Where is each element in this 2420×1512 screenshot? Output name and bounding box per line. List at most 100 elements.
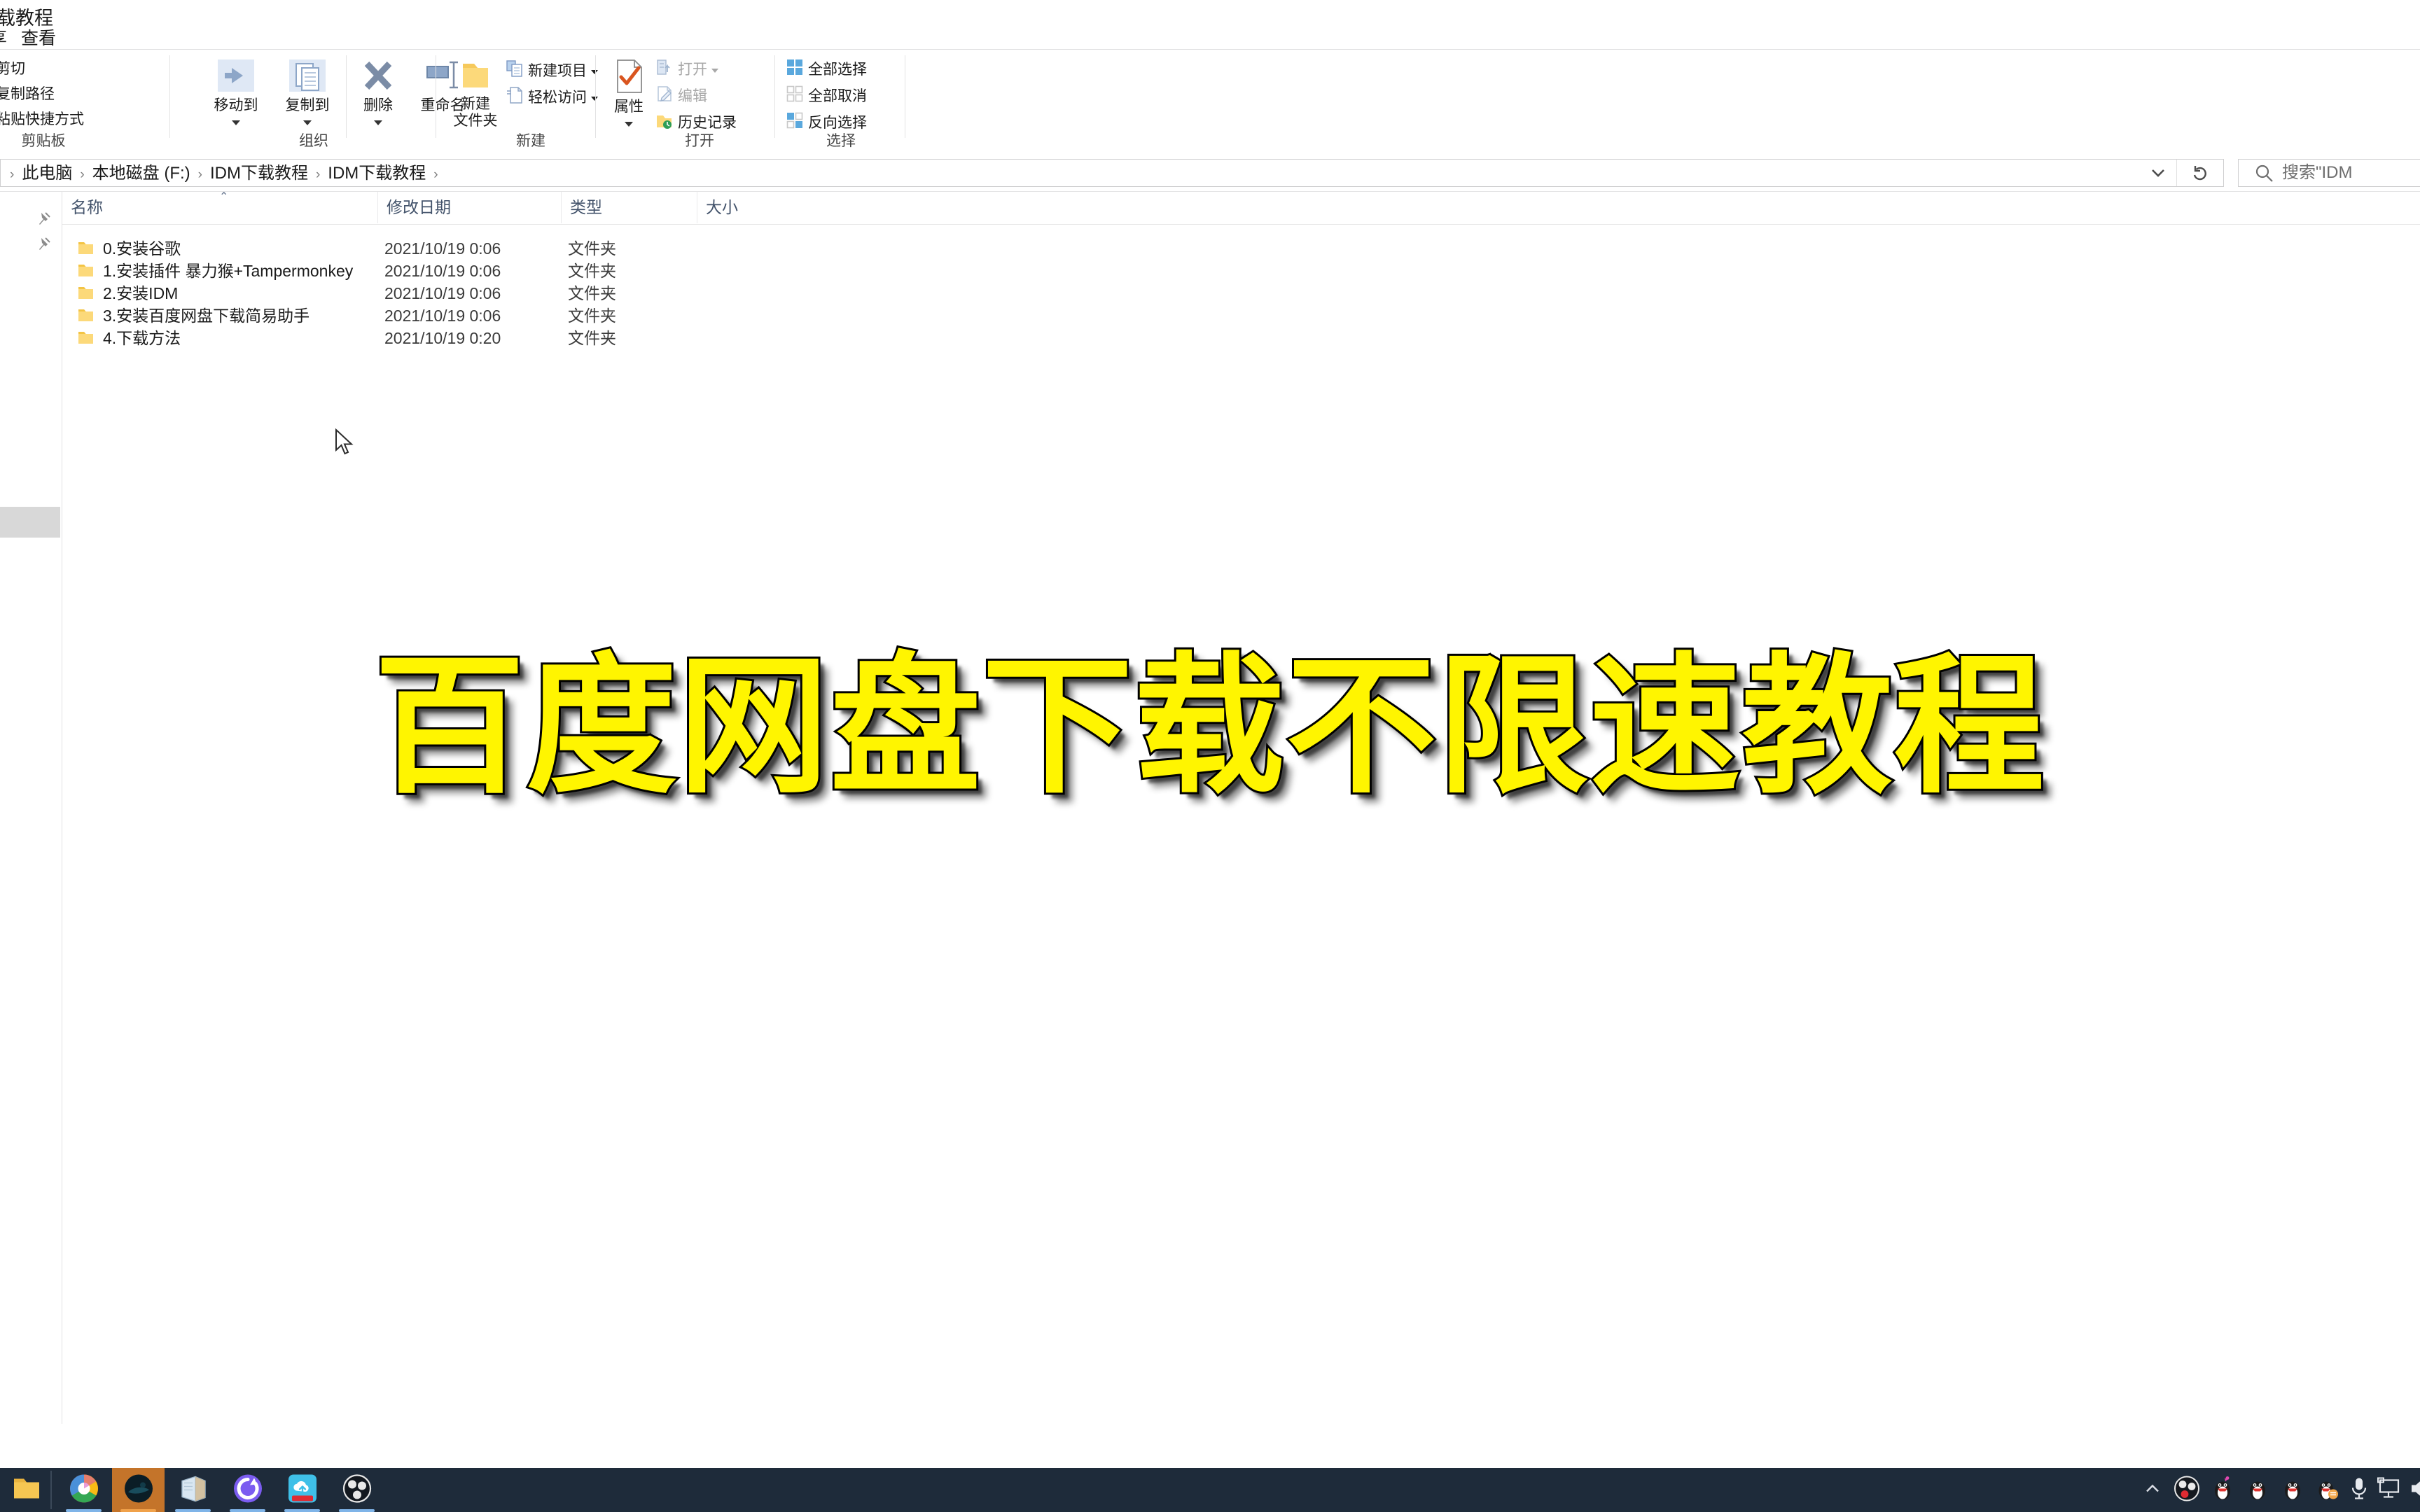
column-header-name-label: 名称 — [71, 198, 103, 216]
copy-to-caret[interactable] — [273, 113, 342, 130]
new-item-button[interactable]: 新建项目 — [506, 59, 598, 80]
baidu-netdisk-taskbar-item[interactable] — [276, 1468, 328, 1512]
taskbar-open-indicator — [120, 1509, 156, 1512]
copy-to-label: 复制到 — [285, 97, 330, 113]
folder-icon — [13, 1476, 41, 1504]
copy-path-button[interactable]: \\.. 复制路径 — [0, 83, 55, 104]
breadcrumb-separator[interactable]: › — [74, 167, 90, 182]
delete-caret[interactable] — [349, 113, 408, 130]
delete-label: 删除 — [363, 97, 393, 113]
new-folder-label-line2: 文件夹 — [453, 113, 498, 129]
ribbon-group-open: 属性 打开 编辑 历史记录 打开 — [595, 50, 776, 155]
paste-shortcut-button[interactable]: 粘贴快捷方式 — [0, 108, 84, 130]
select-none-button[interactable]: 全部取消 — [786, 85, 867, 106]
cell-size — [704, 237, 788, 260]
search-box[interactable]: 搜索"IDM — [2238, 159, 2420, 187]
move-to-caret[interactable] — [202, 113, 270, 130]
history-label: 历史记录 — [678, 115, 737, 132]
taskbar — [0, 1468, 2420, 1512]
qq-tray-icon-2[interactable] — [2244, 1475, 2271, 1505]
search-icon — [2255, 164, 2273, 182]
cell-date: 2021/10/19 0:20 — [384, 329, 501, 347]
properties-icon — [612, 59, 646, 98]
penguin-icon — [2215, 1476, 2230, 1499]
potplayer-icon — [124, 1474, 153, 1506]
breadcrumb-item-2[interactable]: IDM下载教程 — [209, 164, 310, 183]
chevron-down-icon — [2152, 169, 2164, 177]
folder-icon — [78, 330, 94, 345]
easy-access-icon — [506, 86, 524, 111]
breadcrumb-item-1[interactable]: 本地磁盘 (F:) — [91, 164, 192, 183]
breadcrumb: › 此电脑 › 本地磁盘 (F:) › IDM下载教程 › IDM下载教程 › — [4, 160, 445, 188]
table-row[interactable]: 3.安装百度网盘下载简易助手 2021/10/19 0:06 文件夹 — [62, 304, 2420, 327]
table-row[interactable]: 0.安装谷歌 2021/10/19 0:06 文件夹 — [62, 237, 2420, 260]
microphone-tray-icon[interactable] — [2347, 1476, 2371, 1504]
breadcrumb-separator[interactable]: › — [310, 167, 326, 182]
column-header-size[interactable]: 大小 — [697, 192, 788, 223]
breadcrumb-separator[interactable]: › — [427, 167, 444, 182]
chevron-down-icon[interactable] — [711, 68, 718, 73]
open-button[interactable]: 打开 — [655, 58, 718, 79]
penguin-icon — [2250, 1481, 2265, 1499]
obs-tray-icon[interactable] — [2173, 1474, 2201, 1506]
pin-icon[interactable] — [35, 210, 53, 228]
properties-caret[interactable] — [602, 114, 655, 131]
breadcrumb-item-3[interactable]: IDM下载教程 — [326, 164, 427, 183]
search-input-placeholder[interactable]: 搜索"IDM — [2282, 160, 2353, 186]
tab-share[interactable]: 共享 — [0, 28, 14, 49]
properties-button[interactable]: 属性 — [602, 58, 655, 131]
move-to-button[interactable]: 移动到 — [202, 58, 270, 130]
qq-tray-icon-3[interactable] — [2279, 1475, 2306, 1505]
column-header-type[interactable]: 类型 — [561, 192, 697, 223]
obs-icon — [342, 1474, 372, 1506]
column-header-date[interactable]: 修改日期 — [377, 192, 561, 223]
chrome-icon — [69, 1474, 99, 1506]
nav-item-selected[interactable] — [0, 507, 60, 538]
new-folder-button[interactable]: 新建 文件夹 — [444, 59, 507, 130]
copy-to-button[interactable]: 复制到 — [273, 58, 342, 130]
taskbar-open-indicator — [230, 1509, 265, 1512]
qq-tray-icon-1[interactable] — [2209, 1475, 2236, 1505]
taskbar-open-indicator — [284, 1509, 320, 1512]
potplayer-taskbar-item[interactable] — [112, 1468, 165, 1512]
notepad-taskbar-item[interactable] — [167, 1468, 219, 1512]
table-row[interactable]: 2.安装IDM 2021/10/19 0:06 文件夹 — [62, 282, 2420, 304]
new-folder-label-line1: 新建 — [461, 96, 490, 112]
address-bar[interactable]: › 此电脑 › 本地磁盘 (F:) › IDM下载教程 › IDM下载教程 › — [0, 159, 2224, 187]
browser-taskbar-item[interactable] — [221, 1468, 274, 1512]
display-tray-icon[interactable] — [2375, 1476, 2402, 1504]
column-header-name[interactable]: 名称 ⌃ — [62, 192, 377, 223]
select-all-button[interactable]: 全部选择 — [786, 58, 867, 79]
select-none-icon — [786, 85, 804, 109]
breadcrumb-separator[interactable]: › — [192, 167, 209, 182]
obs-icon — [2174, 1476, 2199, 1501]
tab-view[interactable]: 查看 — [14, 28, 63, 49]
ribbon-separator — [346, 55, 347, 138]
taskbar-open-indicator — [175, 1509, 211, 1512]
volume-tray-icon[interactable] — [2407, 1476, 2420, 1504]
cell-type: 文件夹 — [568, 262, 616, 280]
ribbon-group-clipboard-title: 剪贴板 — [21, 133, 66, 149]
cell-type: 文件夹 — [568, 284, 616, 302]
taskbar-open-indicator — [339, 1509, 375, 1512]
qq-tray-icon-4[interactable] — [2314, 1475, 2341, 1505]
obs-taskbar-item[interactable] — [331, 1468, 383, 1512]
cell-size — [704, 260, 788, 282]
folder-taskbar-item[interactable] — [0, 1468, 53, 1512]
ribbon-group-select-title: 选择 — [826, 133, 856, 149]
cut-button[interactable]: 剪切 — [0, 58, 25, 79]
easy-access-button[interactable]: 轻松访问 — [506, 86, 598, 107]
table-row[interactable]: 1.安装插件 暴力猴+Tampermonkey 2021/10/19 0:06 … — [62, 260, 2420, 282]
breadcrumb-item-0[interactable]: 此电脑 — [20, 164, 74, 183]
new-folder-icon — [457, 64, 494, 95]
refresh-button[interactable] — [2176, 160, 2223, 186]
penguin-icon — [2285, 1481, 2300, 1499]
edit-button[interactable]: 编辑 — [655, 85, 707, 106]
table-row[interactable]: 4.下载方法 2021/10/19 0:20 文件夹 — [62, 327, 2420, 349]
pin-icon[interactable] — [35, 235, 53, 253]
delete-button[interactable]: 删除 — [349, 58, 408, 130]
show-hidden-icons-button[interactable] — [2141, 1476, 2164, 1504]
chrome-taskbar-item[interactable] — [57, 1468, 110, 1512]
refresh-icon — [2193, 166, 2206, 181]
address-history-dropdown[interactable] — [2142, 160, 2174, 186]
